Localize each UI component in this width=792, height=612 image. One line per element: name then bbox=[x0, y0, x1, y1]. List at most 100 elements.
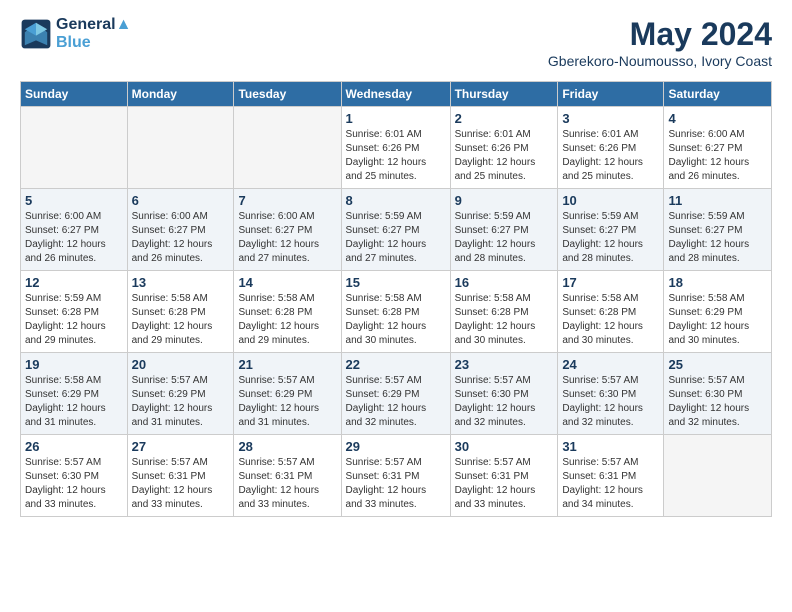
day-number: 9 bbox=[455, 193, 554, 208]
day-number: 26 bbox=[25, 439, 123, 454]
day-info: Sunrise: 5:58 AM Sunset: 6:28 PM Dayligh… bbox=[238, 292, 336, 348]
table-row: 19 Sunrise: 5:58 AM Sunset: 6:29 PM Dayli… bbox=[21, 353, 128, 435]
day-info: Sunrise: 5:58 AM Sunset: 6:29 PM Dayligh… bbox=[25, 374, 123, 430]
table-row: 2 Sunrise: 6:01 AM Sunset: 6:26 PM Daylig… bbox=[450, 107, 558, 189]
header-sunday: Sunday bbox=[21, 82, 128, 107]
table-row: 30Sunrise: 5:57 AM Sunset: 6:31 PM Dayli… bbox=[450, 435, 558, 517]
table-row: 5 Sunrise: 6:00 AM Sunset: 6:27 PM Daylig… bbox=[21, 189, 128, 271]
table-row: 1Sunrise: 6:01 AM Sunset: 6:26 PM Daylig… bbox=[341, 107, 450, 189]
day-info: Sunrise: 6:01 AM Sunset: 6:26 PM Dayligh… bbox=[346, 128, 446, 184]
table-row bbox=[21, 107, 128, 189]
table-row: 23 Sunrise: 5:57 AM Sunset: 6:30 PM Dayli… bbox=[450, 353, 558, 435]
table-row: 25 Sunrise: 5:57 AM Sunset: 6:30 PM Dayli… bbox=[664, 353, 772, 435]
day-info: Sunrise: 5:57 AM Sunset: 6:29 PM Dayligh… bbox=[132, 374, 230, 430]
day-number: 24 bbox=[562, 357, 659, 372]
day-number: 11 bbox=[668, 193, 767, 208]
day-number: 27 bbox=[132, 439, 230, 454]
calendar-week-row: 5 Sunrise: 6:00 AM Sunset: 6:27 PM Daylig… bbox=[21, 189, 772, 271]
day-number: 31 bbox=[562, 439, 659, 454]
location: Gberekoro-Noumousso, Ivory Coast bbox=[548, 53, 772, 69]
day-number: 16 bbox=[455, 275, 554, 290]
day-info: Sunrise: 5:57 AM Sunset: 6:31 PM Dayligh… bbox=[238, 456, 336, 512]
logo-text: General▲ Blue bbox=[56, 16, 131, 52]
logo-icon bbox=[20, 18, 52, 50]
day-info: Sunrise: 5:59 AM Sunset: 6:27 PM Dayligh… bbox=[455, 210, 554, 266]
header-friday: Friday bbox=[558, 82, 664, 107]
day-info: Sunrise: 5:59 AM Sunset: 6:27 PM Dayligh… bbox=[346, 210, 446, 266]
table-row: 18Sunrise: 5:58 AM Sunset: 6:29 PM Dayli… bbox=[664, 271, 772, 353]
day-info: Sunrise: 5:58 AM Sunset: 6:28 PM Dayligh… bbox=[455, 292, 554, 348]
day-number: 23 bbox=[455, 357, 554, 372]
day-info: Sunrise: 5:59 AM Sunset: 6:27 PM Dayligh… bbox=[668, 210, 767, 266]
table-row: 21 Sunrise: 5:57 AM Sunset: 6:29 PM Dayli… bbox=[234, 353, 341, 435]
day-info: Sunrise: 6:00 AM Sunset: 6:27 PM Dayligh… bbox=[668, 128, 767, 184]
day-number: 25 bbox=[668, 357, 767, 372]
day-info: Sunrise: 5:59 AM Sunset: 6:28 PM Dayligh… bbox=[25, 292, 123, 348]
table-row: 20 Sunrise: 5:57 AM Sunset: 6:29 PM Dayli… bbox=[127, 353, 234, 435]
logo: General▲ Blue bbox=[20, 16, 131, 52]
table-row: 7 Sunrise: 6:00 AM Sunset: 6:27 PM Daylig… bbox=[234, 189, 341, 271]
calendar-week-row: 19 Sunrise: 5:58 AM Sunset: 6:29 PM Dayli… bbox=[21, 353, 772, 435]
day-info: Sunrise: 5:58 AM Sunset: 6:28 PM Dayligh… bbox=[132, 292, 230, 348]
day-info: Sunrise: 5:57 AM Sunset: 6:31 PM Dayligh… bbox=[132, 456, 230, 512]
day-number: 8 bbox=[346, 193, 446, 208]
calendar-week-row: 1Sunrise: 6:01 AM Sunset: 6:26 PM Daylig… bbox=[21, 107, 772, 189]
header: General▲ Blue May 2024 Gberekoro-Noumous… bbox=[20, 16, 772, 69]
day-number: 2 bbox=[455, 111, 554, 126]
day-info: Sunrise: 5:57 AM Sunset: 6:31 PM Dayligh… bbox=[562, 456, 659, 512]
day-info: Sunrise: 6:00 AM Sunset: 6:27 PM Dayligh… bbox=[25, 210, 123, 266]
day-number: 3 bbox=[562, 111, 659, 126]
day-info: Sunrise: 5:58 AM Sunset: 6:28 PM Dayligh… bbox=[562, 292, 659, 348]
table-row: 29Sunrise: 5:57 AM Sunset: 6:31 PM Dayli… bbox=[341, 435, 450, 517]
day-number: 15 bbox=[346, 275, 446, 290]
day-info: Sunrise: 5:57 AM Sunset: 6:30 PM Dayligh… bbox=[455, 374, 554, 430]
table-row: 6 Sunrise: 6:00 AM Sunset: 6:27 PM Daylig… bbox=[127, 189, 234, 271]
calendar-week-row: 12 Sunrise: 5:59 AM Sunset: 6:28 PM Dayli… bbox=[21, 271, 772, 353]
day-info: Sunrise: 5:57 AM Sunset: 6:30 PM Dayligh… bbox=[668, 374, 767, 430]
day-number: 28 bbox=[238, 439, 336, 454]
table-row: 12 Sunrise: 5:59 AM Sunset: 6:28 PM Dayli… bbox=[21, 271, 128, 353]
day-info: Sunrise: 5:57 AM Sunset: 6:29 PM Dayligh… bbox=[346, 374, 446, 430]
day-info: Sunrise: 5:59 AM Sunset: 6:27 PM Dayligh… bbox=[562, 210, 659, 266]
day-info: Sunrise: 5:57 AM Sunset: 6:30 PM Dayligh… bbox=[562, 374, 659, 430]
calendar-header-row: Sunday Monday Tuesday Wednesday Thursday… bbox=[21, 82, 772, 107]
table-row: 8 Sunrise: 5:59 AM Sunset: 6:27 PM Daylig… bbox=[341, 189, 450, 271]
day-info: Sunrise: 5:57 AM Sunset: 6:31 PM Dayligh… bbox=[455, 456, 554, 512]
table-row: 28 Sunrise: 5:57 AM Sunset: 6:31 PM Dayli… bbox=[234, 435, 341, 517]
table-row: 10 Sunrise: 5:59 AM Sunset: 6:27 PM Dayli… bbox=[558, 189, 664, 271]
header-monday: Monday bbox=[127, 82, 234, 107]
day-number: 7 bbox=[238, 193, 336, 208]
day-info: Sunrise: 6:00 AM Sunset: 6:27 PM Dayligh… bbox=[132, 210, 230, 266]
table-row: 24 Sunrise: 5:57 AM Sunset: 6:30 PM Dayli… bbox=[558, 353, 664, 435]
calendar: Sunday Monday Tuesday Wednesday Thursday… bbox=[20, 81, 772, 517]
table-row: 9 Sunrise: 5:59 AM Sunset: 6:27 PM Daylig… bbox=[450, 189, 558, 271]
day-number: 19 bbox=[25, 357, 123, 372]
day-number: 14 bbox=[238, 275, 336, 290]
day-number: 20 bbox=[132, 357, 230, 372]
month-year: May 2024 bbox=[548, 16, 772, 53]
table-row: 14 Sunrise: 5:58 AM Sunset: 6:28 PM Dayli… bbox=[234, 271, 341, 353]
day-info: Sunrise: 6:00 AM Sunset: 6:27 PM Dayligh… bbox=[238, 210, 336, 266]
table-row: 11 Sunrise: 5:59 AM Sunset: 6:27 PM Dayli… bbox=[664, 189, 772, 271]
table-row bbox=[664, 435, 772, 517]
day-info: Sunrise: 6:01 AM Sunset: 6:26 PM Dayligh… bbox=[455, 128, 554, 184]
table-row: 26Sunrise: 5:57 AM Sunset: 6:30 PM Dayli… bbox=[21, 435, 128, 517]
day-info: Sunrise: 5:57 AM Sunset: 6:29 PM Dayligh… bbox=[238, 374, 336, 430]
table-row: 17Sunrise: 5:58 AM Sunset: 6:28 PM Dayli… bbox=[558, 271, 664, 353]
header-tuesday: Tuesday bbox=[234, 82, 341, 107]
table-row: 22Sunrise: 5:57 AM Sunset: 6:29 PM Dayli… bbox=[341, 353, 450, 435]
day-number: 10 bbox=[562, 193, 659, 208]
table-row: 27 Sunrise: 5:57 AM Sunset: 6:31 PM Dayli… bbox=[127, 435, 234, 517]
page: General▲ Blue May 2024 Gberekoro-Noumous… bbox=[0, 0, 792, 537]
header-saturday: Saturday bbox=[664, 82, 772, 107]
calendar-week-row: 26Sunrise: 5:57 AM Sunset: 6:30 PM Dayli… bbox=[21, 435, 772, 517]
table-row: 13Sunrise: 5:58 AM Sunset: 6:28 PM Dayli… bbox=[127, 271, 234, 353]
day-number: 29 bbox=[346, 439, 446, 454]
day-number: 12 bbox=[25, 275, 123, 290]
day-info: Sunrise: 5:58 AM Sunset: 6:29 PM Dayligh… bbox=[668, 292, 767, 348]
day-number: 21 bbox=[238, 357, 336, 372]
day-number: 6 bbox=[132, 193, 230, 208]
title-block: May 2024 Gberekoro-Noumousso, Ivory Coas… bbox=[548, 16, 772, 69]
day-number: 5 bbox=[25, 193, 123, 208]
table-row: 15Sunrise: 5:58 AM Sunset: 6:28 PM Dayli… bbox=[341, 271, 450, 353]
